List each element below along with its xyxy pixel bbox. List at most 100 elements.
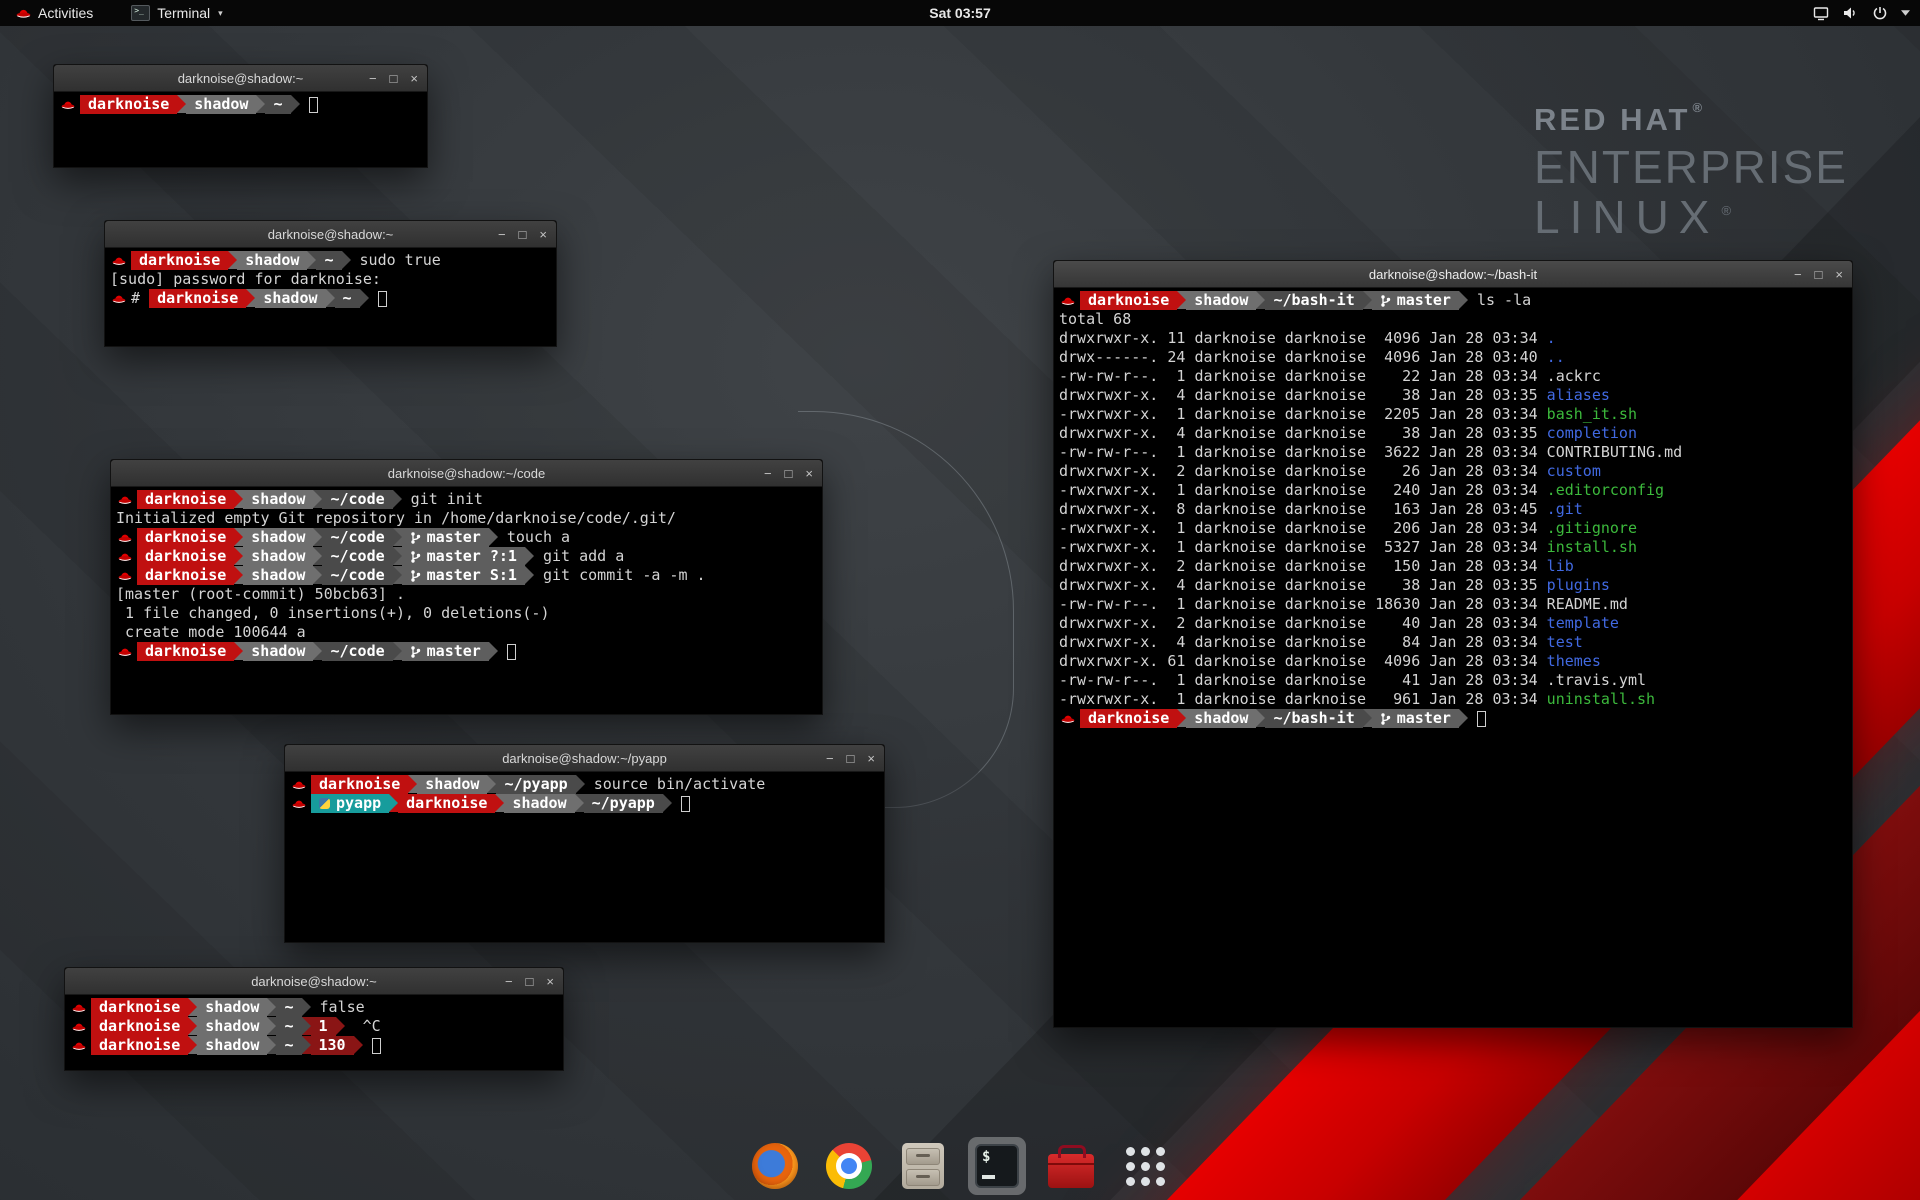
window-minimize-button[interactable]: −	[369, 72, 377, 85]
terminal-text: .travis.yml	[1547, 671, 1646, 690]
dock-item-chrome[interactable]	[820, 1137, 878, 1195]
prompt-segment-host: shadow	[186, 95, 256, 114]
terminal-window-home-top: darknoise@shadow:~−□×darknoiseshadow~	[53, 64, 428, 168]
terminal-content[interactable]: darknoiseshadow~ falsedarknoiseshadow~1 …	[65, 995, 563, 1077]
powerline-arrow-icon	[1256, 709, 1265, 727]
window-titlebar[interactable]: darknoise@shadow:~/pyapp−□×	[285, 745, 884, 772]
terminal-text: .	[1547, 329, 1556, 348]
prompt-segment-path: ~/pyapp	[496, 775, 575, 794]
window-titlebar[interactable]: darknoise@shadow:~ −□ ×	[105, 221, 556, 248]
terminal-content[interactable]: darknoiseshadow~/pyapp source bin/activa…	[285, 772, 884, 949]
window-minimize-button[interactable]: −	[505, 975, 513, 988]
terminal-content[interactable]: darknoiseshadow~/bash-itmaster ls -latot…	[1054, 288, 1852, 1034]
segment-text: ~/bash-it	[1273, 291, 1354, 310]
window-close-button[interactable]: ×	[539, 228, 547, 241]
powerline-arrow-icon	[302, 1036, 311, 1054]
terminal-text: ..	[1547, 348, 1565, 367]
window-minimize-button[interactable]: −	[498, 228, 506, 241]
terminal-text: plugins	[1547, 576, 1610, 595]
prompt-segment-user: darknoise	[131, 251, 228, 270]
segment-text: darknoise	[88, 95, 169, 114]
window-minimize-button[interactable]: −	[1794, 268, 1802, 281]
window-close-button[interactable]: ×	[546, 975, 554, 988]
dock-item-toolbox[interactable]	[1042, 1137, 1100, 1195]
segment-text: ~/code	[330, 490, 384, 509]
segment-text: ~	[273, 95, 282, 114]
terminal-text: drwxrwxr-x. 2 darknoise darknoise 40 Jan…	[1059, 614, 1547, 633]
terminal-text: ls -la	[1468, 291, 1531, 310]
system-status-area[interactable]	[1813, 0, 1910, 26]
volume-icon[interactable]	[1842, 5, 1859, 21]
prompt-segment-path: ~/code	[322, 490, 392, 509]
segment-text: master	[427, 642, 481, 661]
terminal-line: drwxrwxr-x. 4 darknoise darknoise 38 Jan…	[1059, 576, 1847, 595]
dock-item-firefox[interactable]	[746, 1137, 804, 1195]
terminal-text: [sudo] password for darknoise:	[110, 270, 390, 289]
registered-mark: ®	[1721, 203, 1741, 218]
terminal-text: 1 file changed, 0 insertions(+), 0 delet…	[116, 604, 549, 623]
prompt-segment-user: darknoise	[91, 1036, 188, 1055]
app-grid-icon	[1126, 1147, 1165, 1186]
power-icon[interactable]	[1872, 5, 1888, 21]
branch-icon	[1380, 712, 1391, 726]
window-maximize-button[interactable]: □	[519, 228, 527, 241]
powerline-arrow-icon	[393, 566, 402, 584]
terminal-text: CONTRIBUTING.md	[1547, 443, 1682, 462]
window-maximize-button[interactable]: □	[785, 467, 793, 480]
window-title: darknoise@shadow:~	[251, 974, 377, 989]
window-titlebar[interactable]: darknoise@shadow:~/code−□×	[111, 460, 822, 487]
chevron-down-icon[interactable]	[1901, 10, 1910, 16]
segment-text: darknoise	[145, 490, 226, 509]
prompt-segment-venv: pyapp	[311, 794, 389, 813]
dock-item-terminal[interactable]: $	[968, 1137, 1026, 1195]
app-menu-terminal[interactable]: Terminal ▾	[125, 0, 228, 26]
segment-text: ~/code	[330, 547, 384, 566]
window-controls: −□ ×	[764, 460, 813, 486]
window-title: darknoise@shadow:~	[268, 227, 394, 242]
terminal-content[interactable]: darknoise shadow ~	[54, 92, 427, 174]
segment-text: darknoise	[145, 547, 226, 566]
redhat-icon	[1061, 709, 1075, 728]
terminal-text: ^C	[345, 1017, 381, 1036]
terminal-line: darknoiseshadow~/codemaster touch a	[116, 528, 817, 547]
window-close-button[interactable]: ×	[805, 467, 813, 480]
window-maximize-button[interactable]: □	[847, 752, 855, 765]
prompt-segment-path: ~/pyapp	[584, 794, 663, 813]
window-maximize-button[interactable]: □	[526, 975, 534, 988]
window-close-button[interactable]: ×	[867, 752, 875, 765]
window-titlebar[interactable]: darknoise@shadow:~ −□ ×	[65, 968, 563, 995]
powerline-arrow-icon	[256, 95, 265, 113]
window-titlebar[interactable]: darknoise@shadow:~−□×	[54, 65, 427, 92]
window-close-button[interactable]: ×	[1835, 268, 1843, 281]
powerline-arrow-icon	[336, 1017, 345, 1035]
window-minimize-button[interactable]: −	[826, 752, 834, 765]
terminal-text: sudo true	[351, 251, 441, 270]
prompt-segment-path: ~/code	[322, 566, 392, 585]
terminal-line: Initialized empty Git repository in /hom…	[116, 509, 817, 528]
powerline-arrow-icon	[525, 566, 534, 584]
window-maximize-button[interactable]: □	[1815, 268, 1823, 281]
terminal-text: drwxrwxr-x. 8 darknoise darknoise 163 Ja…	[1059, 500, 1547, 519]
redhat-icon	[1061, 291, 1075, 310]
terminal-content[interactable]: darknoiseshadow~ sudo true[sudo] passwor…	[105, 248, 556, 353]
window-close-button[interactable]: ×	[410, 72, 418, 85]
powerline-arrow-icon	[234, 642, 243, 660]
terminal-text: -rwxrwxr-x. 1 darknoise darknoise 206 Ja…	[1059, 519, 1547, 538]
screen-icon[interactable]	[1813, 6, 1829, 21]
window-maximize-button[interactable]: □	[390, 72, 398, 85]
dock-item-app-grid[interactable]	[1116, 1137, 1174, 1195]
terminal-line: darknoiseshadow~/codemaster	[116, 642, 817, 661]
clock[interactable]: Sat 03:57	[929, 5, 990, 21]
window-minimize-button[interactable]: −	[764, 467, 772, 480]
terminal-cursor	[309, 97, 318, 113]
toolbox-icon	[1048, 1144, 1094, 1188]
terminal-content[interactable]: darknoiseshadow~/code git initInitialize…	[111, 487, 822, 721]
activities-button[interactable]: Activities	[10, 0, 99, 26]
dock-item-files[interactable]	[894, 1137, 952, 1195]
prompt-segment-exit: 1	[311, 1017, 336, 1036]
brand-line-2: ENTERPRISE	[1534, 140, 1848, 194]
segment-text: shadow	[263, 289, 317, 308]
window-titlebar[interactable]: darknoise@shadow:~/bash-it−□×	[1054, 261, 1852, 288]
terminal-line: drwxrwxr-x. 8 darknoise darknoise 163 Ja…	[1059, 500, 1847, 519]
terminal-text: Initialized empty Git repository in /hom…	[116, 509, 676, 528]
